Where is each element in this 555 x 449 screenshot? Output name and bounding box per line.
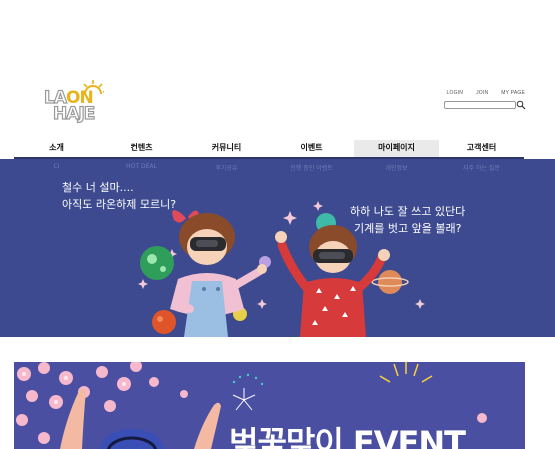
search-icon[interactable] [516, 100, 526, 110]
event-title: 벚꽃맞이 EVENT [229, 424, 466, 449]
nav-item-support[interactable]: 고객센터 [439, 140, 524, 158]
main-nav: 소개 컨텐츠 커뮤니티 이벤트 마이페이지 고객센터 [14, 140, 524, 158]
nav-item-contents[interactable]: 컨텐츠 [99, 140, 184, 158]
sub-item-hot-deal[interactable]: HOT DEAL [99, 163, 184, 170]
mypage-link[interactable]: MY PAGE [501, 90, 525, 96]
hero-right-line-1: 하하 나도 잘 쓰고 있단다 [350, 205, 466, 218]
sub-item-review[interactable]: 후기공유 [184, 163, 269, 172]
hero-right-line-2: 기계를 벗고 앞을 볼래? [354, 222, 462, 235]
site-logo[interactable]: LAON HAJE [40, 80, 110, 125]
hero-text-left: 철수 너 설마.... 아직도 라온하제 모르니? [62, 179, 176, 213]
nav-item-event[interactable]: 이벤트 [269, 140, 354, 158]
login-link[interactable]: LOGIN [447, 90, 464, 96]
search-input[interactable] [444, 101, 516, 109]
sub-item-ci[interactable]: CI [14, 163, 99, 170]
sub-item-ongoing-event[interactable]: 진행 중인 이벤트 [269, 163, 354, 172]
hero-left-line-2: 아직도 라온하제 모르니? [62, 198, 177, 211]
sub-menu: CI HOT DEAL 후기공유 진행 중인 이벤트 개인정보 자주 하는 질문 [14, 159, 524, 177]
util-links: LOGIN JOIN MY PAGE [434, 90, 526, 96]
hero-banner: CI HOT DEAL 후기공유 진행 중인 이벤트 개인정보 자주 하는 질문… [0, 159, 555, 337]
nav-item-community[interactable]: 커뮤니티 [184, 140, 269, 158]
sub-item-faq[interactable]: 자주 하는 질문 [439, 163, 524, 172]
join-link[interactable]: JOIN [476, 90, 488, 96]
event-banner[interactable]: 벚꽃맞이 EVENT [14, 362, 525, 449]
nav-item-mypage[interactable]: 마이페이지 [354, 140, 439, 158]
logo-text-haje: HAJE [52, 104, 96, 124]
hero-left-line-1: 철수 너 설마.... [62, 181, 134, 194]
nav-item-intro[interactable]: 소개 [14, 140, 99, 158]
hero-text-right: 하하 나도 잘 쓰고 있단다 기계를 벗고 앞을 볼래? [350, 203, 465, 237]
sub-item-personal-info[interactable]: 개인정보 [354, 163, 439, 172]
